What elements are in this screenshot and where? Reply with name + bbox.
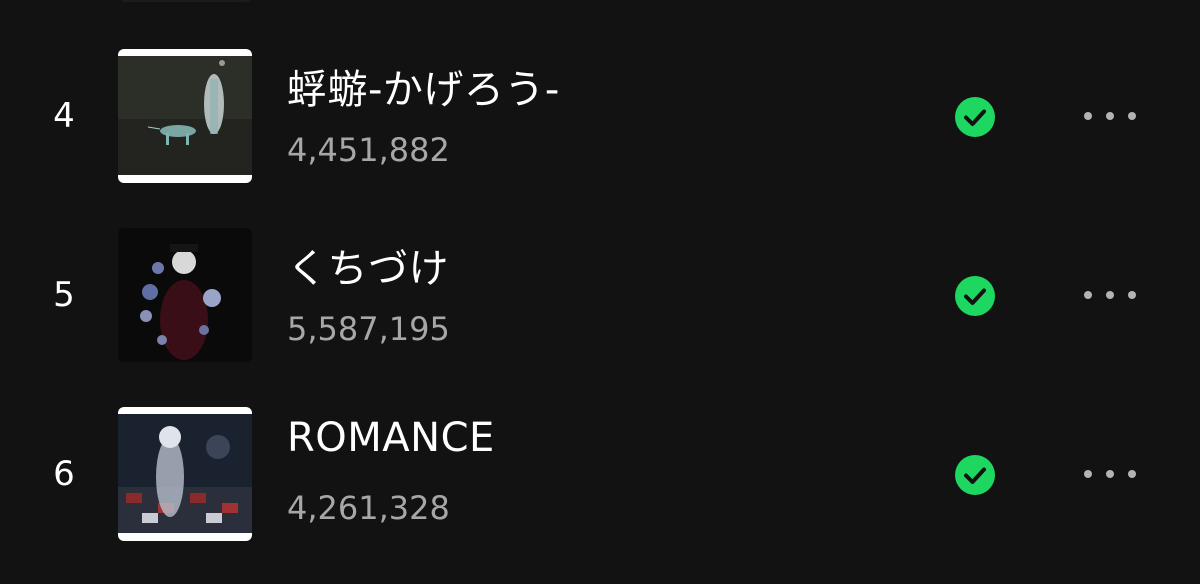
more-dot <box>1128 291 1136 299</box>
more-dot <box>1106 470 1114 478</box>
more-options-button[interactable] <box>1078 280 1142 310</box>
more-options-button[interactable] <box>1078 459 1142 489</box>
track-row[interactable]: 5 くちづけ 5,587,195 <box>0 228 1200 362</box>
album-art-image <box>118 49 252 183</box>
more-dot <box>1106 291 1114 299</box>
track-row[interactable]: 6 ROMANCE 4,261,328 <box>0 407 1200 541</box>
check-circle-icon[interactable] <box>954 454 996 496</box>
track-number: 6 <box>53 454 75 494</box>
track-list: 4 蜉蝣-かげろう- 4,451,882 5 くちづけ 5,587,195 6 … <box>0 0 1200 584</box>
partial-album-art <box>121 0 251 2</box>
more-dot <box>1106 112 1114 120</box>
track-title[interactable]: くちづけ <box>287 236 449 294</box>
album-art-image <box>118 407 252 541</box>
check-circle-icon[interactable] <box>954 275 996 317</box>
album-art <box>118 407 252 541</box>
check-circle-icon[interactable] <box>954 96 996 138</box>
track-row[interactable]: 4 蜉蝣-かげろう- 4,451,882 <box>0 49 1200 183</box>
more-dot <box>1084 470 1092 478</box>
more-dot <box>1084 291 1092 299</box>
more-options-button[interactable] <box>1078 101 1142 131</box>
track-number: 4 <box>53 96 75 136</box>
more-dot <box>1084 112 1092 120</box>
album-art-image <box>118 228 252 362</box>
play-count: 5,587,195 <box>287 310 450 348</box>
album-art <box>118 49 252 183</box>
album-art <box>118 228 252 362</box>
track-title[interactable]: 蜉蝣-かげろう- <box>287 57 560 115</box>
more-dot <box>1128 112 1136 120</box>
play-count: 4,261,328 <box>287 489 450 527</box>
track-number: 5 <box>53 275 75 315</box>
play-count: 4,451,882 <box>287 131 450 169</box>
track-title[interactable]: ROMANCE <box>287 415 495 461</box>
more-dot <box>1128 470 1136 478</box>
